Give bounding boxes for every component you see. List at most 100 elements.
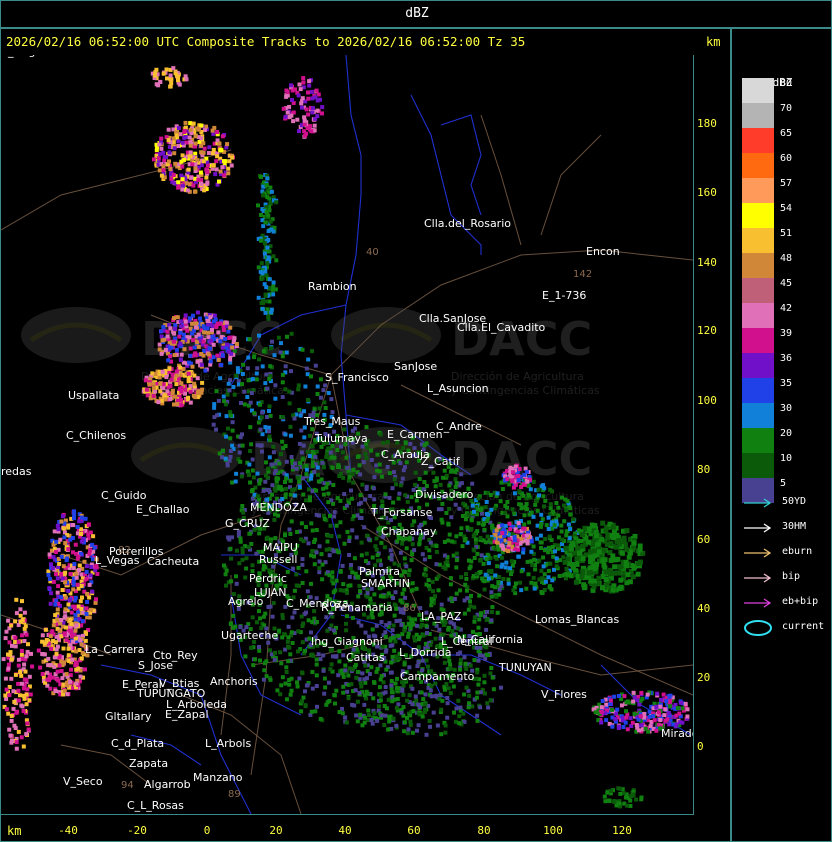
place-label: Tres_Maus — [303, 415, 361, 428]
legend-level: 20 — [742, 428, 832, 453]
place-label: TUNUYAN — [498, 661, 552, 674]
legend-level-label: 36 — [780, 353, 793, 364]
legend-level: 57 — [742, 178, 832, 203]
arrow-icon — [744, 498, 772, 508]
place-label: G_CRUZ — [225, 517, 270, 530]
legend-swatch — [742, 153, 774, 178]
place-label: N_California — [457, 633, 523, 646]
y-tick-label: 0 — [697, 740, 704, 753]
place-label: Manzano — [193, 771, 243, 784]
legend-level-label: 48 — [780, 253, 793, 264]
legend-level: 70 — [742, 103, 832, 128]
route-number: 142 — [573, 269, 592, 280]
place-label: Clla.El_Cavadito — [457, 321, 546, 334]
legend-level-label: 5 — [780, 478, 787, 489]
place-label: Palmira — [359, 565, 400, 578]
legend-swatch — [742, 228, 774, 253]
legend-level: 10 — [742, 453, 832, 478]
place-label: E_Challao — [136, 503, 190, 516]
legend-level: 39 — [742, 328, 832, 353]
legend-level-label: 57 — [780, 178, 793, 189]
place-label: C_L_Rosas — [127, 799, 184, 812]
legend-level-label: 30 — [780, 403, 793, 414]
x-tick-label: 60 — [407, 824, 421, 837]
legend-level-label: 20 — [780, 428, 793, 439]
y-tick-label: 80 — [697, 463, 711, 476]
product-header: 2026/02/16 06:52:00 UTC Composite Tracks… — [6, 34, 526, 49]
place-label: Russell — [259, 553, 297, 566]
track-legend-item: eb+bip — [742, 594, 832, 612]
track-legend-label: current — [782, 621, 825, 632]
legend-swatch — [742, 378, 774, 403]
place-label: LA_PAZ — [421, 610, 462, 623]
track-legend-label: 50YD — [782, 496, 807, 507]
place-label: Anchoris — [210, 675, 258, 688]
legend-level-label: 45 — [780, 278, 793, 289]
place-label: C_Chilenos — [66, 429, 126, 442]
place-label: La_Carrera — [85, 643, 144, 656]
place-label: Agrelo — [228, 595, 264, 608]
legend-swatch — [742, 353, 774, 378]
route-number: 82 — [118, 545, 131, 556]
place-label: Ugarteche — [221, 629, 278, 642]
legend-level: 36 — [742, 353, 832, 378]
y-tick-label: 180 — [697, 117, 717, 130]
place-label: Divisadero — [415, 488, 474, 501]
legend-swatch — [742, 103, 774, 128]
place-label: Perdric — [249, 572, 287, 585]
place-label: Zapata — [129, 757, 168, 770]
legend-level: 60 — [742, 153, 832, 178]
place-label: redas — [1, 465, 32, 478]
legend-level-label: 35 — [780, 378, 793, 389]
track-legend-label: eb+bip — [782, 596, 819, 607]
radar-map-svg: DACCDirección de Agriculturay Contingenc… — [0, 45, 704, 815]
legend-swatch — [742, 278, 774, 303]
x-tick-label: -40 — [58, 824, 78, 837]
y-tick-label: 20 — [697, 671, 711, 684]
window-title: dBZ — [405, 6, 429, 21]
legend-level-label: 60 — [780, 153, 793, 164]
x-tick-label: 20 — [269, 824, 283, 837]
track-legend-label: 30HM — [782, 521, 807, 532]
legend-swatch — [742, 453, 774, 478]
place-label: Tulumaya — [314, 432, 368, 445]
place-label: E_1-736 — [542, 289, 586, 302]
ellipse-icon — [744, 620, 772, 636]
place-label: Ing_Giagnoni — [311, 635, 383, 648]
place-label: Cacheuta — [147, 555, 199, 568]
y-tick-label: 160 — [697, 186, 717, 199]
legend-level-label: 54 — [780, 203, 793, 214]
place-label: Clla.del_Rosario — [424, 217, 511, 230]
y-tick-label: 140 — [697, 256, 717, 269]
legend-level-label: 80 — [780, 78, 793, 89]
route-number: 89 — [228, 789, 241, 800]
legend-level: 65 — [742, 128, 832, 153]
y-tick-label: 60 — [697, 533, 711, 546]
place-label: V_Btias — [159, 677, 200, 690]
place-label: Cto_Rey — [153, 649, 198, 662]
x-tick-label: 120 — [612, 824, 632, 837]
legend-level: 30 — [742, 403, 832, 428]
legend-swatch — [742, 253, 774, 278]
legend-swatch — [742, 128, 774, 153]
radar-plot[interactable]: DACCDirección de Agriculturay Contingenc… — [0, 45, 704, 815]
place-label: C_Guido — [101, 489, 147, 502]
place-label: L_Asuncion — [427, 382, 489, 395]
route-number: 94 — [121, 780, 134, 791]
legend-level-label: 42 — [780, 303, 793, 314]
y-tick-label: 40 — [697, 602, 711, 615]
place-label: Uspallata — [68, 389, 119, 402]
y-tick-label: 120 — [697, 324, 717, 337]
place-label: C_Andre — [436, 420, 482, 433]
track-legend-label: eburn — [782, 546, 813, 557]
legend-level-label: 51 — [780, 228, 793, 239]
x-axis-unit: km — [7, 824, 22, 838]
legend-level: 54 — [742, 203, 832, 228]
place-label: Campamento — [400, 670, 475, 683]
legend-swatch — [742, 428, 774, 453]
legend-swatch — [742, 78, 774, 103]
legend-level: 42 — [742, 303, 832, 328]
place-label: L_Arbols — [205, 737, 251, 750]
place-label: MENDOZA — [250, 501, 307, 514]
place-label: Algarrob — [144, 778, 191, 791]
